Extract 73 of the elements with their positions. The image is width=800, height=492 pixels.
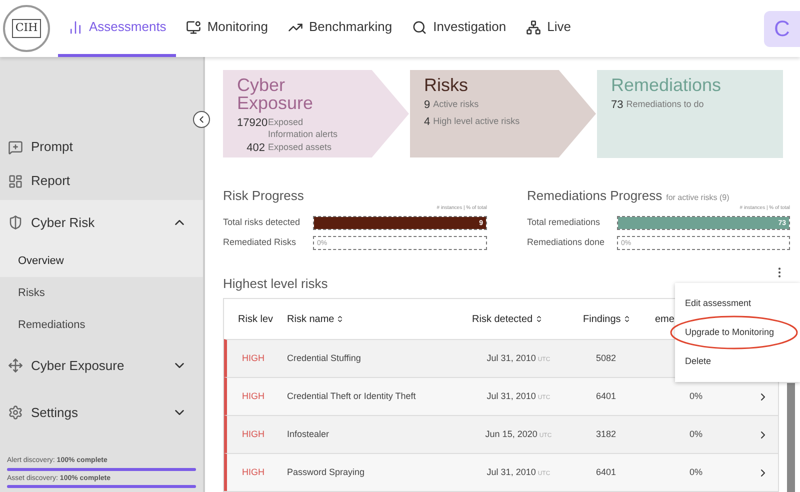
column-header[interactable]: Risk name (284, 312, 466, 326)
stat-number: 402 (246, 141, 265, 156)
sort-icon (336, 315, 344, 323)
risk-name: Credential Stuffing (286, 352, 362, 365)
nav-tab[interactable]: Benchmarking (278, 0, 402, 57)
sort-icon (534, 315, 543, 323)
sort-icon (622, 315, 631, 323)
sidebar-item[interactable]: Prompt (0, 130, 203, 164)
logo-text: CIH (12, 19, 41, 38)
progress-label: Remediations done (527, 236, 606, 249)
risk-level: HIGH (241, 390, 266, 403)
remediation-percent: 0% (689, 428, 702, 441)
nav-tab[interactable]: Live (516, 0, 581, 57)
column-header: Risk lev (237, 312, 274, 326)
risk-level: HIGH (241, 428, 266, 441)
progress-label: Remediated Risks (223, 236, 298, 249)
risk-level: HIGH (241, 466, 266, 479)
remediation-percent: 0% (689, 390, 702, 403)
detected-date: Jun 15, 2020 (485, 428, 538, 441)
chat-plus-icon (8, 140, 23, 154)
card-title: Risks (424, 76, 469, 94)
section-title: Risk Progress (223, 186, 304, 205)
progress-label: Total remediations (527, 216, 602, 229)
card-title: Cyber Exposure (237, 76, 314, 112)
network-icon (526, 20, 542, 34)
detected-date: Jul 31, 2010 (486, 390, 536, 403)
sidebar-subitem[interactable]: Risks (0, 277, 203, 309)
nav-tab[interactable]: Investigation (402, 0, 516, 57)
stat-label: Active risks (433, 98, 479, 110)
card-title: Remediations (611, 76, 721, 94)
stat-number: 9 (424, 98, 430, 113)
collapse-button[interactable] (193, 111, 210, 128)
findings-count: 6401 (596, 390, 616, 403)
progress-label: Total risks detected (223, 216, 302, 229)
stat-label: Exposed Information alerts (268, 116, 339, 140)
dashboard-icon (8, 174, 23, 188)
sidebar-item[interactable]: Cyber Exposure (0, 343, 203, 388)
settings-icon (8, 405, 23, 420)
monitor-icon (186, 20, 202, 34)
stat-label: Remediations to do (626, 98, 704, 110)
stat-number: 17920 (237, 116, 265, 131)
risk-name: Password Spraying (286, 466, 366, 479)
search-icon (412, 20, 428, 34)
findings-count: 6401 (596, 466, 616, 479)
column-header: eme (654, 312, 676, 326)
detected-date: Jul 31, 2010 (486, 352, 536, 365)
column-header[interactable]: Risk detected (466, 312, 571, 326)
column-header[interactable]: Findings (571, 312, 641, 326)
section-title: Remediations Progress (527, 186, 662, 205)
sidebar-item[interactable]: Settings (0, 390, 203, 435)
remediation-percent: 0% (689, 466, 702, 479)
stat-label: High level active risks (433, 114, 520, 126)
section-subtitle: for active risks (9) (666, 192, 730, 204)
findings-count: 5082 (596, 352, 616, 365)
stat-label: Exposed assets (268, 141, 333, 153)
sidebar-item[interactable]: Cyber Risk (0, 200, 203, 245)
findings-count: 3182 (596, 428, 616, 441)
sidebar-subitem[interactable]: Overview (0, 245, 203, 277)
shield-icon (8, 215, 23, 230)
bar-chart-icon (68, 20, 83, 34)
stat-number: 73 (611, 98, 624, 113)
move-arrows-icon (8, 358, 23, 373)
table-title: Highest level risks (223, 274, 329, 293)
detected-date: Jul 31, 2010 (486, 466, 536, 479)
risk-level: HIGH (241, 352, 266, 365)
sidebar-item[interactable]: Report (0, 164, 203, 198)
nav-tab[interactable]: Monitoring (176, 0, 278, 57)
scrollbar[interactable] (787, 383, 795, 492)
risk-name: Credential Theft or Identity Theft (286, 390, 417, 403)
menu-item[interactable]: Edit assessment (675, 289, 800, 318)
sidebar-subitem[interactable]: Remediations (0, 309, 203, 341)
risk-name: Infostealer (286, 428, 330, 441)
stat-number: 4 (424, 114, 430, 130)
